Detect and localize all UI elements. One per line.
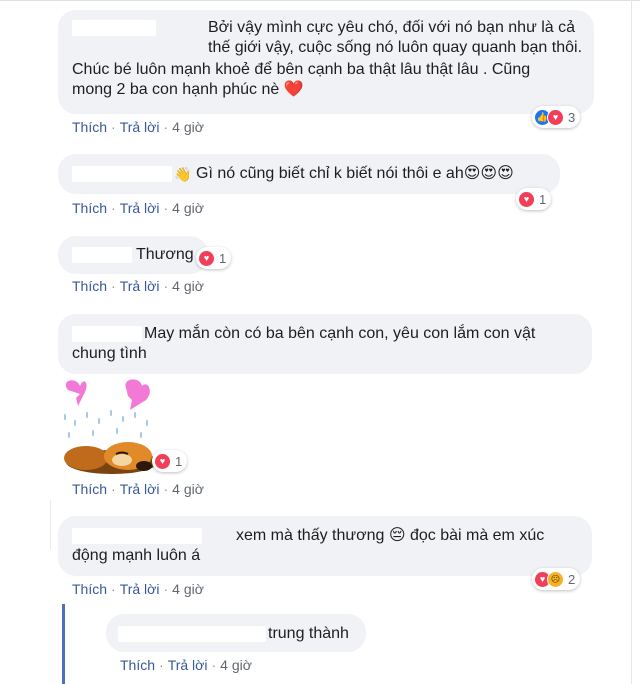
reply-thread-line [62, 604, 65, 684]
reaction-summary[interactable]: ♥ 1 [196, 247, 232, 269]
separator-dot: · [111, 200, 116, 216]
love-icon: ♥ [154, 452, 171, 470]
comment-actions: Thích · Trả lời · 4 giờ [72, 278, 204, 294]
separator-dot: · [163, 581, 169, 597]
hidden-author-name[interactable] [72, 19, 156, 36]
like-link[interactable]: Thích [72, 481, 107, 497]
comment-bubble: xem mà thấy thương 😔 đọc bài mà em xúc đ… [58, 516, 592, 576]
reaction-count: 1 [219, 250, 227, 266]
separator-dot: · [163, 481, 169, 497]
comment-text: Gì nó cũng biết chỉ k biết nói thôi e ah… [196, 165, 514, 182]
comment-timestamp[interactable]: 4 giờ [172, 119, 204, 135]
separator-dot: · [111, 481, 116, 497]
reaction-count: 1 [539, 191, 547, 207]
separator-dot: · [111, 581, 116, 597]
separator-dot: · [111, 119, 116, 135]
hidden-author-name[interactable] [72, 165, 172, 182]
reaction-summary[interactable]: ♥ ☹ 2 [532, 568, 581, 590]
comment-actions: Thích · Trả lời · 4 giờ [72, 481, 204, 497]
reply-timestamp[interactable]: 4 giờ [220, 657, 252, 673]
reaction-count: 1 [175, 453, 183, 469]
love-icon: ♥ [198, 249, 215, 267]
reply-link[interactable]: Trả lời [120, 200, 160, 216]
comment-text-continued: Chúc bé luôn mạnh khoẻ để bên cạnh ba th… [72, 61, 531, 98]
like-link[interactable]: Thích [120, 657, 155, 673]
separator-dot: · [163, 278, 169, 294]
comment-timestamp[interactable]: 4 giờ [172, 200, 204, 216]
hidden-author-name[interactable] [118, 625, 266, 642]
comment-timestamp[interactable]: 4 giờ [172, 278, 204, 294]
comment-actions: Thích · Trả lời · 4 giờ [72, 119, 204, 135]
like-link[interactable]: Thích [72, 581, 107, 597]
love-icon: ♥ [518, 190, 535, 208]
love-icon: ♥ [547, 108, 564, 126]
reply-link[interactable]: Trả lời [120, 278, 160, 294]
separator-dot: · [159, 657, 164, 673]
comment-text: xem mà thấy thương 😔 đọc bài mà em xúc đ… [72, 527, 545, 564]
reaction-summary[interactable]: ♥ 1 [152, 450, 188, 472]
comment-actions: Thích · Trả lời · 4 giờ [72, 581, 204, 597]
comment-text: May mắn còn có ba bên cạnh con, yêu con … [72, 325, 536, 362]
separator-dot: · [163, 119, 169, 135]
reply-link[interactable]: Trả lời [120, 119, 160, 135]
wave-emoji: 👋 [174, 166, 192, 182]
sad-icon: ☹ [547, 570, 564, 588]
comment-bubble: May mắn còn có ba bên cạnh con, yêu con … [58, 314, 592, 374]
reply-bubble: trung thành [106, 614, 366, 652]
comment-text: Thương [136, 246, 194, 263]
crying-dog-sticker[interactable] [56, 376, 160, 478]
comment-bubble: 👋 Gì nó cũng biết chỉ k biết nói thôi e … [58, 154, 560, 194]
reaction-count: 3 [568, 109, 576, 125]
reaction-summary[interactable]: ♥ 1 [516, 188, 552, 210]
reaction-summary[interactable]: 👍 ♥ 3 [532, 106, 581, 128]
like-link[interactable]: Thích [72, 278, 107, 294]
separator-dot: · [211, 657, 217, 673]
comment-bubble: Thương [58, 236, 208, 274]
reply-text: trung thành [268, 625, 349, 642]
frame-top-border [0, 0, 640, 1]
separator-dot: · [111, 278, 116, 294]
comment-timestamp[interactable]: 4 giờ [172, 481, 204, 497]
hidden-author-name[interactable] [72, 246, 132, 263]
like-link[interactable]: Thích [72, 119, 107, 135]
reaction-count: 2 [568, 571, 576, 587]
broken-heart-right-icon [125, 379, 150, 410]
reply-actions: Thích · Trả lời · 4 giờ [120, 657, 252, 673]
reply-link[interactable]: Trả lời [168, 657, 208, 673]
frame-right-border [631, 0, 632, 684]
thread-guide-line [50, 500, 51, 550]
comment-bubble: Bởi vậy mình cực yêu chó, đối với nó bạn… [58, 10, 594, 114]
reply-link[interactable]: Trả lời [120, 481, 160, 497]
comment-actions: Thích · Trả lời · 4 giờ [72, 200, 204, 216]
comment-text: Bởi vậy mình cực yêu chó, đối với nó bạn… [208, 19, 583, 56]
like-link[interactable]: Thích [72, 200, 107, 216]
broken-heart-left-icon [65, 380, 87, 406]
comment-timestamp[interactable]: 4 giờ [172, 581, 204, 597]
reply-link[interactable]: Trả lời [120, 581, 160, 597]
separator-dot: · [163, 200, 169, 216]
